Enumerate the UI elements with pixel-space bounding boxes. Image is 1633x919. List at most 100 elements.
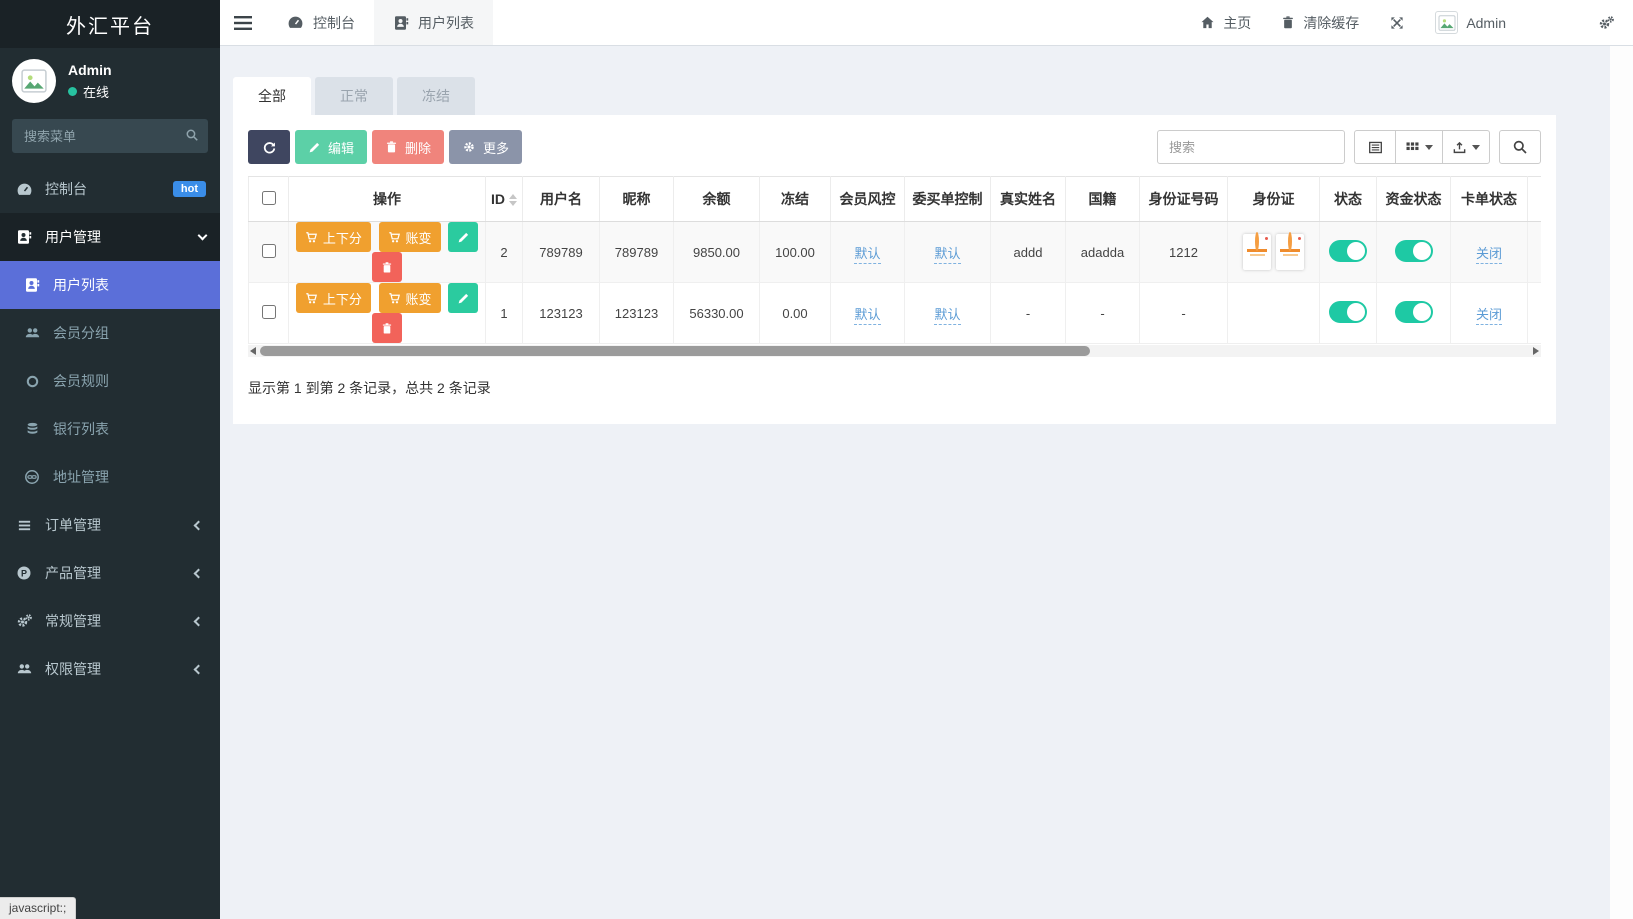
columns-button[interactable]: [1395, 130, 1443, 164]
filter-tab-normal[interactable]: 正常: [315, 77, 393, 115]
risk-link[interactable]: 默认: [854, 246, 880, 264]
sidebar-item-order-management[interactable]: 订单管理: [0, 501, 220, 549]
sidebar-search-input[interactable]: [12, 119, 208, 153]
card-status-link[interactable]: 关闭: [1476, 246, 1502, 264]
cell-username: 789789: [523, 222, 600, 283]
home-link[interactable]: 主页: [1200, 13, 1251, 33]
user-table: 操作 ID 用户名 昵称 余额 冻结 会员风控 委买单控制 真实姓名 国籍 身份…: [248, 176, 1541, 344]
chevron-left-icon: [194, 616, 204, 626]
top-navbar: 控制台 用户列表 主页 清除缓存 Admin: [220, 0, 1633, 46]
id-card-images[interactable]: [1243, 234, 1304, 270]
col-balance: 余额: [674, 177, 760, 222]
sidebar-item-member-rules[interactable]: 会员规则: [0, 357, 220, 405]
main-content: 全部 正常 冻结 编辑 删除 更多: [220, 46, 1610, 919]
cell-nickname: 789789: [600, 222, 674, 283]
users-icon: [22, 325, 42, 341]
page-scrollbar[interactable]: [1610, 46, 1633, 919]
link-icon: [22, 469, 42, 485]
cell-frozen: 0.00: [760, 283, 831, 344]
account-change-button[interactable]: 账变: [379, 283, 441, 313]
tab-dashboard[interactable]: 控制台: [268, 0, 374, 45]
pencil-icon: [457, 292, 470, 305]
status-toggle[interactable]: [1329, 240, 1367, 262]
filter-tab-all[interactable]: 全部: [233, 77, 311, 115]
cart-icon: [388, 292, 401, 305]
columns-grid-icon: [1405, 140, 1420, 155]
id-card-front-image[interactable]: [1243, 234, 1271, 270]
col-id-number: 身份证号码: [1140, 177, 1228, 222]
sidebar-item-permission-management[interactable]: 权限管理: [0, 645, 220, 693]
table-header-row: 操作 ID 用户名 昵称 余额 冻结 会员风控 委买单控制 真实姓名 国籍 身份…: [249, 177, 1542, 222]
sort-icon[interactable]: [509, 194, 517, 206]
col-id-card: 身份证: [1228, 177, 1320, 222]
table-row: 上下分 账变 2 789789 789789 9850.00 100.00 默认…: [249, 222, 1542, 283]
sidebar-search: [12, 119, 208, 153]
cell-balance: 56330.00: [674, 283, 760, 344]
trash-icon: [385, 140, 398, 154]
row-checkbox[interactable]: [262, 244, 276, 258]
card-status-link[interactable]: 关闭: [1476, 307, 1502, 325]
refresh-button[interactable]: [248, 130, 290, 164]
risk-link[interactable]: 默认: [854, 307, 880, 325]
export-icon: [1452, 140, 1467, 155]
sidebar-item-user-management[interactable]: 用户管理: [0, 213, 220, 261]
sidebar-menu: 控制台 hot 用户管理 用户列表 会员分组 会员规则 银行列表 地址管理: [0, 165, 220, 693]
trash-icon: [381, 322, 393, 335]
detail-view-icon: [1368, 140, 1383, 155]
sidebar-item-member-groups[interactable]: 会员分组: [0, 309, 220, 357]
updown-points-button[interactable]: 上下分: [296, 283, 371, 313]
edit-row-button[interactable]: [448, 283, 478, 313]
search-icon: [1512, 139, 1528, 155]
advanced-search-button[interactable]: [1499, 130, 1541, 164]
cell-realname: -: [991, 283, 1066, 344]
id-card-back-image[interactable]: [1276, 234, 1304, 270]
hamburger-menu-icon[interactable]: [220, 0, 268, 45]
fund-status-toggle[interactable]: [1395, 301, 1433, 323]
search-icon[interactable]: [185, 128, 199, 142]
fund-status-toggle[interactable]: [1395, 240, 1433, 262]
status-toggle[interactable]: [1329, 301, 1367, 323]
delete-row-button[interactable]: [372, 252, 402, 282]
detail-view-button[interactable]: [1354, 130, 1396, 164]
horizontal-scrollbar[interactable]: [248, 345, 1541, 357]
table-row: 上下分 账变 1 123123 123123 56330.00 0.00 默认 …: [249, 283, 1542, 344]
sidebar-item-product-management[interactable]: P 产品管理: [0, 549, 220, 597]
gear-icon: [462, 140, 476, 154]
clear-cache-link[interactable]: 清除缓存: [1281, 13, 1359, 33]
delete-row-button[interactable]: [372, 313, 402, 343]
updown-points-button[interactable]: 上下分: [296, 222, 371, 252]
account-change-button[interactable]: 账变: [379, 222, 441, 252]
export-button[interactable]: [1442, 130, 1490, 164]
edit-button[interactable]: 编辑: [295, 130, 367, 164]
scroll-right-arrow[interactable]: [1531, 347, 1541, 355]
settings-gear-icon[interactable]: [1598, 15, 1615, 31]
row-checkbox[interactable]: [262, 305, 276, 319]
sidebar-item-general-management[interactable]: 常规管理: [0, 597, 220, 645]
sidebar-item-user-list[interactable]: 用户列表: [0, 261, 220, 309]
tab-user-list[interactable]: 用户列表: [374, 0, 493, 45]
col-id[interactable]: ID: [486, 177, 523, 222]
filter-tab-frozen[interactable]: 冻结: [397, 77, 475, 115]
cell-balance: 9850.00: [674, 222, 760, 283]
select-all-checkbox[interactable]: [262, 191, 276, 205]
more-button[interactable]: 更多: [449, 130, 522, 164]
delete-button[interactable]: 删除: [372, 130, 444, 164]
caret-down-icon: [1472, 145, 1480, 150]
address-card-icon: [393, 15, 409, 31]
scroll-left-arrow[interactable]: [248, 347, 258, 355]
chevron-left-icon: [194, 664, 204, 674]
fullscreen-icon[interactable]: [1389, 15, 1405, 31]
sidebar-item-address-management[interactable]: 地址管理: [0, 453, 220, 501]
col-status: 状态: [1320, 177, 1377, 222]
scrollbar-thumb[interactable]: [260, 346, 1090, 356]
chevron-left-icon: [194, 520, 204, 530]
edit-row-button[interactable]: [448, 222, 478, 252]
order-control-link[interactable]: 默认: [934, 246, 960, 264]
cell-nickname: 123123: [600, 283, 674, 344]
sidebar-item-bank-list[interactable]: 银行列表: [0, 405, 220, 453]
order-control-link[interactable]: 默认: [934, 307, 960, 325]
sidebar-item-dashboard[interactable]: 控制台 hot: [0, 165, 220, 213]
admin-profile[interactable]: Admin: [1435, 11, 1506, 34]
table-search-input[interactable]: [1157, 130, 1345, 164]
cogs-icon: [14, 613, 34, 629]
